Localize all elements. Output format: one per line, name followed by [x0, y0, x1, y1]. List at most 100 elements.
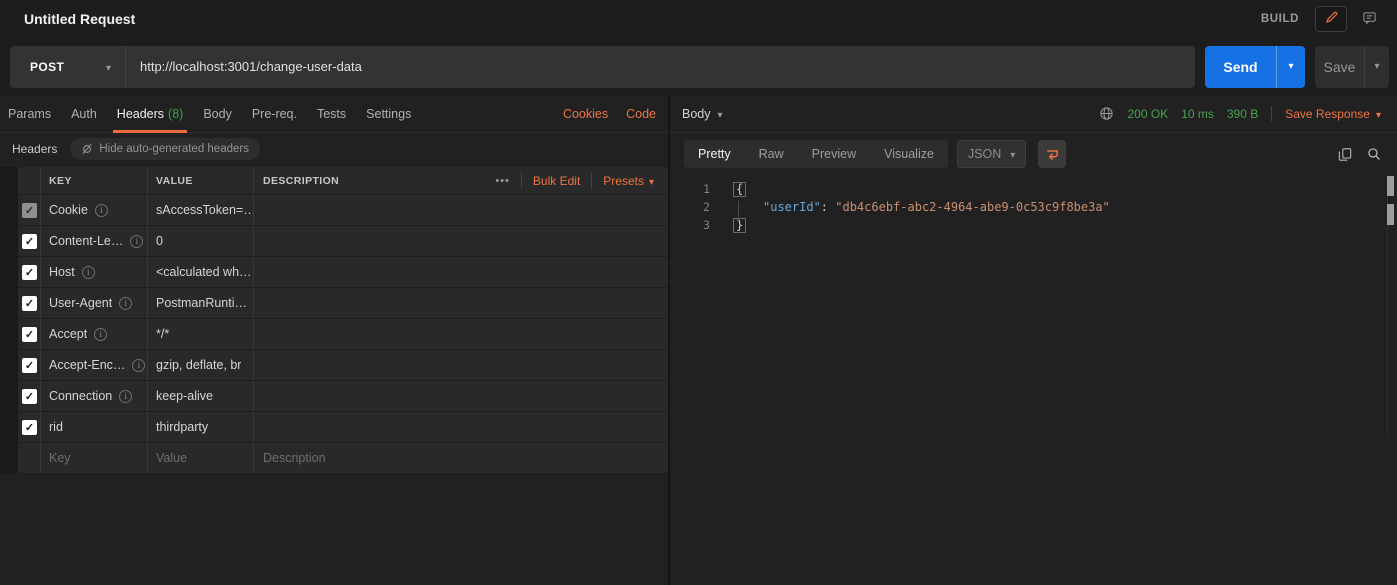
header-description[interactable]	[253, 257, 668, 287]
line-number: 3	[670, 218, 710, 232]
info-icon	[82, 266, 95, 279]
tab-tests[interactable]: Tests	[307, 95, 356, 132]
tab-body[interactable]: Body	[193, 95, 242, 132]
url-bar: POST http://localhost:3001/change-user-d…	[10, 46, 1195, 88]
response-meta-bar: Body 200 OK 10 ms 390 B Save Response	[670, 95, 1397, 133]
header-value[interactable]: */*	[156, 327, 169, 341]
status-badge: 200 OK	[1127, 107, 1168, 121]
send-options-button[interactable]	[1276, 46, 1305, 88]
header-description[interactable]	[253, 195, 668, 225]
send-button-group: Send	[1205, 46, 1305, 88]
row-checkbox[interactable]	[22, 265, 37, 280]
method-select[interactable]: POST	[10, 46, 126, 88]
header-key[interactable]: Accept	[49, 327, 87, 341]
row-checkbox[interactable]	[22, 203, 37, 218]
network-globe-icon[interactable]	[1099, 106, 1114, 121]
cookies-link[interactable]: Cookies	[563, 107, 608, 121]
tab-settings[interactable]: Settings	[356, 95, 421, 132]
edit-mode-button[interactable]	[1315, 6, 1347, 32]
row-drag-handle[interactable]	[0, 195, 18, 225]
chevron-down-icon	[718, 107, 723, 121]
wrap-lines-button[interactable]	[1038, 140, 1066, 168]
response-view-bar: Pretty Raw Preview Visualize JSON	[670, 133, 1397, 175]
row-checkbox[interactable]	[22, 234, 37, 249]
header-description[interactable]	[253, 288, 668, 318]
header-description[interactable]	[253, 226, 668, 256]
row-drag-handle[interactable]	[0, 350, 18, 380]
send-button[interactable]: Send	[1205, 46, 1276, 88]
header-value[interactable]: sAccessToken=…	[156, 203, 253, 217]
save-button[interactable]: Save	[1315, 46, 1364, 88]
row-drag-handle[interactable]	[0, 288, 18, 318]
row-checkbox[interactable]	[22, 358, 37, 373]
row-checkbox[interactable]	[22, 296, 37, 311]
tab-visualize[interactable]: Visualize	[870, 140, 948, 168]
save-options-button[interactable]	[1364, 46, 1389, 88]
header-key[interactable]: Host	[49, 265, 75, 279]
search-icon[interactable]	[1367, 147, 1381, 161]
header-value[interactable]: gzip, deflate, br	[156, 358, 241, 372]
tab-auth[interactable]: Auth	[61, 95, 107, 132]
row-checkbox[interactable]	[22, 420, 37, 435]
presets-dropdown[interactable]: Presets	[603, 174, 654, 188]
new-description-input[interactable]: Description	[263, 451, 326, 465]
tab-preview[interactable]: Preview	[798, 140, 870, 168]
header-key[interactable]: rid	[49, 420, 63, 434]
tab-pre-request[interactable]: Pre-req.	[242, 95, 307, 132]
json-value: "db4c6ebf-abc2-4964-abe9-0c53c9f8be3a"	[835, 200, 1110, 214]
hide-autogenerated-toggle[interactable]: Hide auto-generated headers	[70, 138, 260, 160]
header-description[interactable]	[253, 412, 668, 442]
method-label: POST	[30, 60, 64, 74]
save-response-dropdown[interactable]: Save Response	[1285, 107, 1381, 121]
url-input[interactable]: http://localhost:3001/change-user-data	[126, 59, 362, 74]
json-key: "userId"	[763, 200, 821, 214]
comment-button[interactable]	[1353, 6, 1385, 32]
format-dropdown[interactable]: JSON	[957, 140, 1026, 168]
header-value[interactable]: PostmanRunti…	[156, 296, 247, 310]
copy-icon[interactable]	[1338, 147, 1352, 162]
row-drag-handle[interactable]	[0, 412, 18, 442]
row-drag-handle[interactable]	[0, 257, 18, 287]
bulk-edit-link[interactable]: Bulk Edit	[533, 174, 580, 188]
tab-params[interactable]: Params	[0, 95, 61, 132]
tab-raw[interactable]: Raw	[745, 140, 798, 168]
more-actions-icon[interactable]: •••	[495, 175, 510, 187]
headers-count-badge: (8)	[168, 107, 183, 121]
header-key[interactable]: User-Agent	[49, 296, 112, 310]
chevron-down-icon	[649, 174, 654, 188]
scrollbar-thumb[interactable]	[1387, 176, 1394, 196]
table-row: rid thirdparty	[0, 412, 668, 443]
code-link[interactable]: Code	[626, 107, 656, 121]
request-builder-bar: POST http://localhost:3001/change-user-d…	[0, 38, 1397, 95]
row-checkbox[interactable]	[22, 327, 37, 342]
new-key-input[interactable]: Key	[49, 451, 71, 465]
eye-off-icon	[81, 143, 93, 155]
new-value-input[interactable]: Value	[156, 451, 187, 465]
header-key[interactable]: Content-Le…	[49, 234, 123, 248]
header-description[interactable]	[253, 381, 668, 411]
chevron-down-icon	[1010, 147, 1015, 161]
header-description[interactable]	[253, 319, 668, 349]
code-line: 3 }	[670, 216, 1397, 234]
header-value[interactable]: keep-alive	[156, 389, 213, 403]
header-value[interactable]: <calculated wh…	[156, 265, 252, 279]
row-checkbox[interactable]	[22, 389, 37, 404]
row-drag-handle[interactable]	[0, 319, 18, 349]
header-value[interactable]: thirdparty	[156, 420, 208, 434]
table-row: Cookie sAccessToken=…	[0, 195, 668, 226]
scrollbar-thumb[interactable]	[1387, 204, 1394, 225]
header-value[interactable]: 0	[156, 234, 163, 248]
column-key: KEY	[49, 175, 72, 187]
header-key[interactable]: Connection	[49, 389, 112, 403]
response-body-editor[interactable]: 1 { 2 "userId": "db4c6ebf-abc2-4964-abe9…	[670, 175, 1397, 585]
tab-headers[interactable]: Headers (8)	[107, 95, 194, 132]
row-drag-handle[interactable]	[0, 226, 18, 256]
header-key[interactable]: Accept-Enc…	[49, 358, 125, 372]
line-number: 2	[670, 200, 710, 214]
header-description[interactable]	[253, 350, 668, 380]
tab-pretty[interactable]: Pretty	[684, 140, 745, 168]
row-drag-handle[interactable]	[0, 381, 18, 411]
response-body-dropdown[interactable]: Body	[682, 107, 723, 121]
header-key[interactable]: Cookie	[49, 203, 88, 217]
column-description: DESCRIPTION	[263, 175, 339, 187]
